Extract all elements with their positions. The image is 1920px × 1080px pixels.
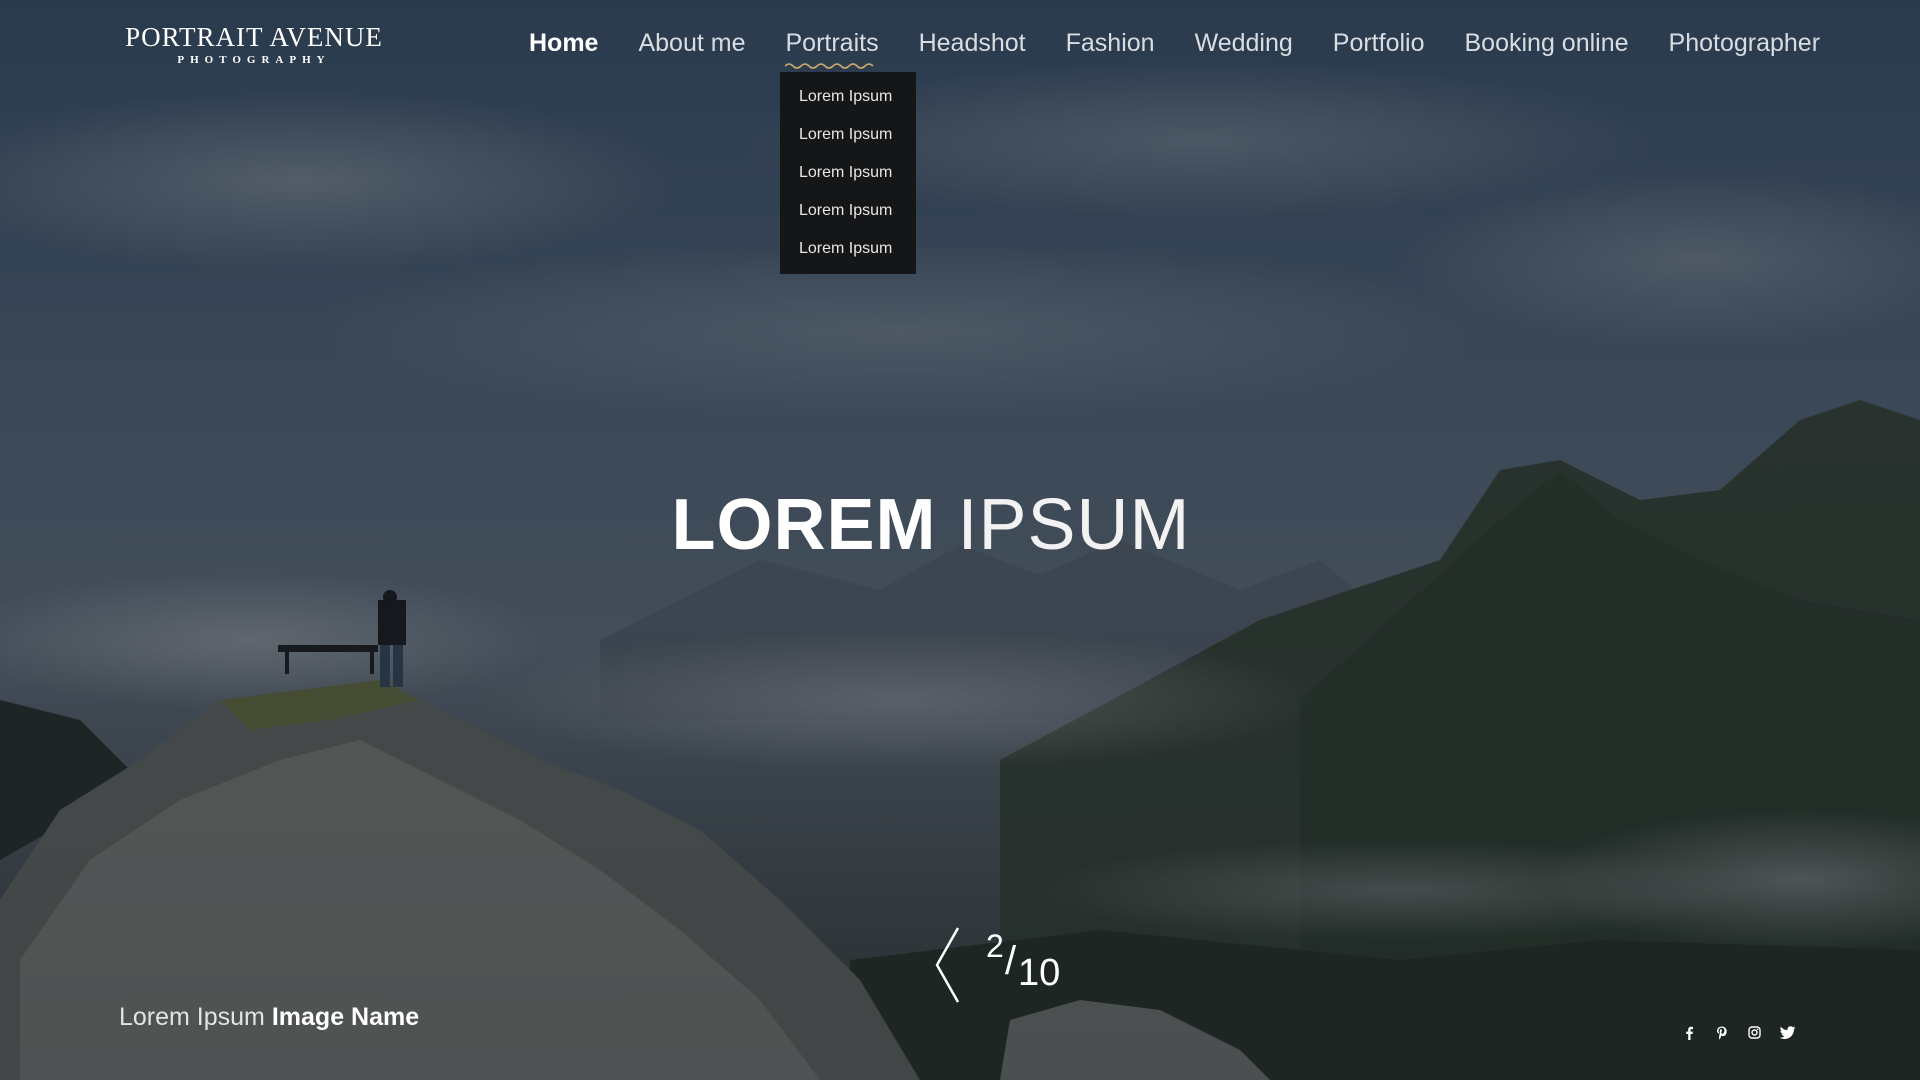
caption-image-name: Image Name — [271, 1003, 420, 1031]
nav-item-headshot[interactable]: Headshot — [919, 26, 1026, 60]
active-underline-wave — [785, 63, 875, 69]
nav-item-portraits-label: Portraits — [785, 29, 879, 57]
chevron-left-icon[interactable] — [934, 926, 960, 1004]
nav-item-about-me[interactable]: About me — [638, 26, 745, 60]
hero-title-light: IPSUM — [957, 485, 1191, 565]
portraits-dropdown-menu: Lorem Ipsum Lorem Ipsum Lorem Ipsum Lore… — [780, 72, 916, 274]
logo-name: PORTRAIT AVENUE — [125, 22, 383, 52]
facebook-icon[interactable] — [1672, 1024, 1705, 1042]
dropdown-item[interactable]: Lorem Ipsum — [780, 154, 916, 192]
hero-title: LOREM IPSUM — [0, 484, 1862, 566]
dropdown-item[interactable]: Lorem Ipsum — [780, 116, 916, 154]
twitter-icon[interactable] — [1771, 1024, 1804, 1042]
slide-pager: 2 / 10 — [934, 922, 1074, 1004]
instagram-icon[interactable] — [1738, 1024, 1771, 1042]
slide-total: 10 — [1018, 952, 1061, 994]
nav-item-fashion[interactable]: Fashion — [1066, 26, 1155, 60]
social-links — [1672, 1024, 1804, 1042]
dropdown-item[interactable]: Lorem Ipsum — [780, 230, 916, 268]
site-logo[interactable]: PORTRAIT AVENUE PHOTOGRAPHY — [121, 22, 387, 66]
nav-item-photographer[interactable]: Photographer — [1669, 26, 1821, 60]
nav-item-home[interactable]: Home — [529, 26, 598, 60]
main-nav: Home About me Portraits Headshot Fashion… — [529, 26, 1860, 69]
nav-item-booking-online[interactable]: Booking online — [1465, 26, 1629, 60]
hero-title-bold: LOREM — [671, 485, 937, 565]
dropdown-item[interactable]: Lorem Ipsum — [780, 78, 916, 116]
logo-tagline: PHOTOGRAPHY — [177, 54, 331, 66]
nav-item-portfolio[interactable]: Portfolio — [1333, 26, 1425, 60]
dropdown-item[interactable]: Lorem Ipsum — [780, 192, 916, 230]
nav-item-wedding[interactable]: Wedding — [1195, 26, 1293, 60]
slide-separator: / — [1005, 939, 1017, 983]
pinterest-icon[interactable] — [1705, 1024, 1738, 1042]
image-caption: Lorem Ipsum Image Name — [119, 1003, 419, 1032]
nav-item-portraits[interactable]: Portraits — [785, 26, 879, 69]
slide-current: 2 — [986, 928, 1004, 964]
caption-prefix: Lorem Ipsum — [119, 1003, 265, 1031]
